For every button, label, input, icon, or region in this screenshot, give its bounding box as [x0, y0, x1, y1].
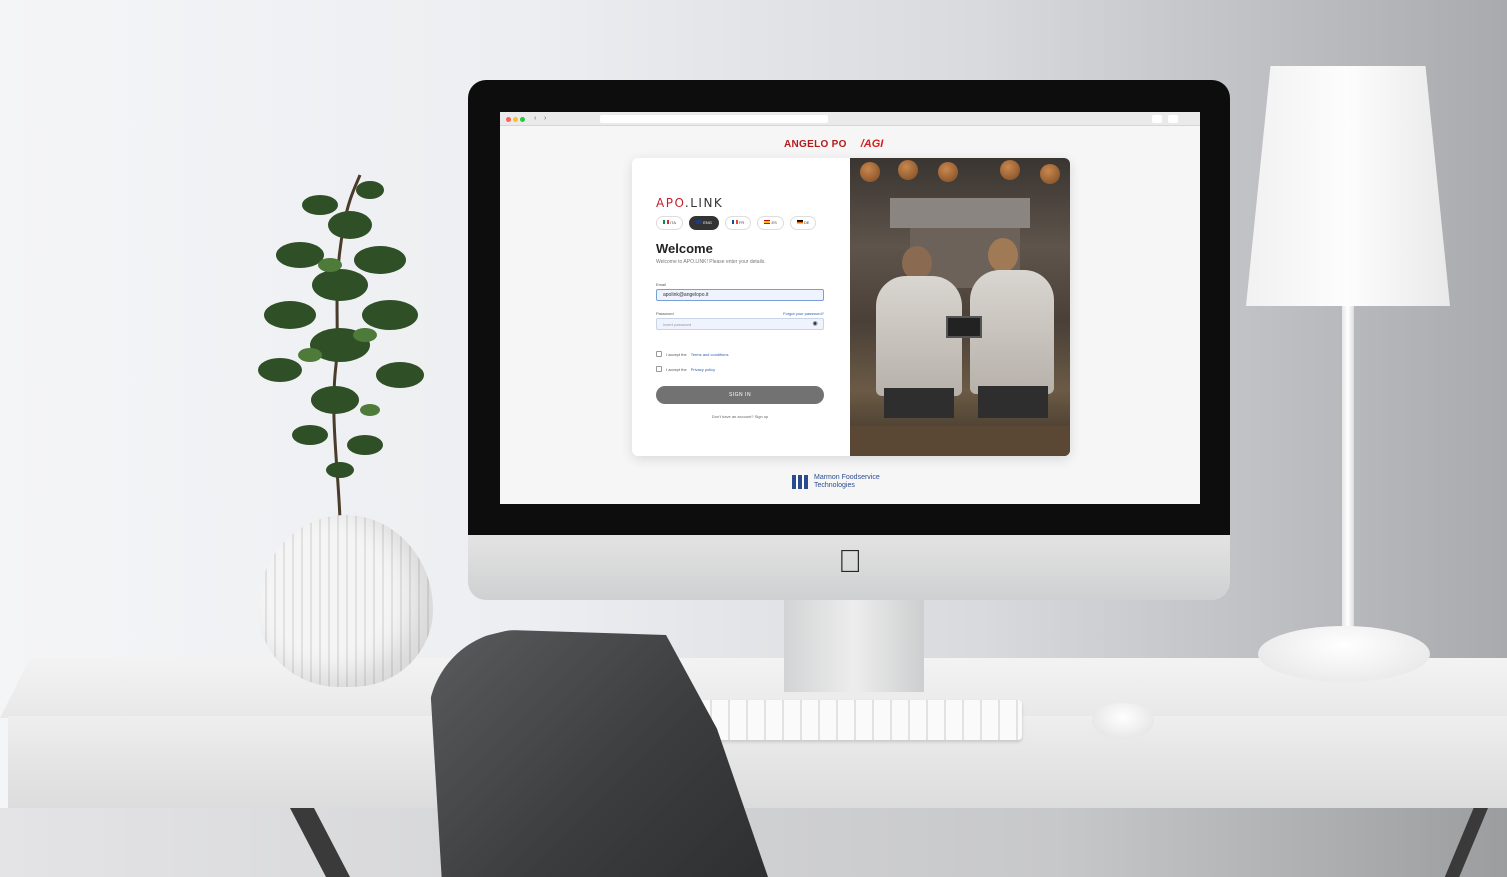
- france-flag-icon: [731, 220, 738, 224]
- show-password-icon[interactable]: ◉: [810, 320, 820, 328]
- spain-flag-icon: [764, 220, 771, 224]
- privacy-checkbox[interactable]: [656, 366, 662, 372]
- copper-pot: [898, 160, 918, 180]
- plant-foliage: [258, 174, 424, 521]
- lang-es[interactable]: ES: [757, 216, 784, 230]
- sign-in-button[interactable]: SIGN IN: [656, 386, 824, 404]
- mouse: [1092, 703, 1154, 739]
- apron: [884, 388, 954, 418]
- copper-pot: [860, 162, 880, 182]
- forgot-password-link[interactable]: Forgot your password?: [762, 311, 824, 316]
- brand-logos: ANGELO PO /AGI: [784, 136, 934, 152]
- kitchen-hood: [890, 198, 1030, 228]
- signup-link[interactable]: Don't have an account? Sign up: [656, 414, 824, 419]
- address-bar[interactable]: [600, 115, 828, 123]
- lamp-shade: [1246, 66, 1450, 306]
- footer-line-2: Technologies: [814, 482, 855, 489]
- login-form: APO.LINK ITA ENG FR ES DE Welcome Welcom…: [632, 158, 850, 456]
- sagi-logo: /AGI: [860, 138, 884, 150]
- privacy-row: I accept the Privacy policy: [656, 366, 715, 372]
- subtitle: Welcome to APO.LINK! Please enter your d…: [656, 259, 766, 265]
- password-field[interactable]: Insert password: [656, 318, 824, 330]
- marmon-grid-icon: [792, 475, 808, 489]
- chef-head: [988, 238, 1018, 272]
- privacy-label: I accept the: [666, 366, 687, 372]
- lang-fr[interactable]: FR: [724, 216, 752, 230]
- language-selector: ITA ENG FR ES DE: [656, 216, 817, 230]
- angelo-po-logo: ANGELO PO: [784, 138, 847, 150]
- lang-ita[interactable]: ITA: [656, 216, 684, 230]
- italy-flag-icon: [663, 220, 669, 224]
- password-label: Password: [656, 311, 674, 316]
- terms-checkbox[interactable]: [656, 351, 662, 357]
- minimize-window-icon[interactable]: [513, 117, 518, 122]
- germany-flag-icon: [796, 220, 803, 224]
- apron: [978, 386, 1048, 418]
- login-card: APO.LINK ITA ENG FR ES DE Welcome Welcom…: [632, 158, 1070, 456]
- laptop: [946, 316, 982, 338]
- apple-logo-icon: : [836, 543, 864, 579]
- privacy-link[interactable]: Privacy policy: [691, 367, 715, 372]
- share-icon[interactable]: [1152, 115, 1162, 123]
- lang-de[interactable]: DE: [789, 216, 817, 230]
- chef-right: [970, 270, 1054, 394]
- back-icon[interactable]: ‹: [534, 115, 542, 123]
- copper-pot: [1040, 164, 1060, 184]
- browser-toolbar: ‹ ›: [500, 112, 1200, 126]
- footer-line-1: Marmon Foodservice: [814, 474, 880, 481]
- screen: ‹ › ANGELO PO /AGI APO.LINK ITA ENG FR E…: [500, 112, 1200, 504]
- uk-flag-icon: [696, 220, 703, 224]
- terms-link[interactable]: Terms and conditions: [691, 352, 729, 357]
- imac-stand: [784, 600, 924, 692]
- chef-head: [902, 246, 932, 280]
- close-window-icon[interactable]: [506, 117, 511, 122]
- email-label: Email: [656, 282, 667, 287]
- terms-label: I accept the: [666, 351, 687, 357]
- stools: [850, 426, 1070, 456]
- lang-eng[interactable]: ENG: [689, 216, 719, 230]
- lamp-pole: [1342, 306, 1354, 636]
- copper-pot: [938, 162, 958, 182]
- apolink-logo: APO.LINK: [656, 196, 724, 210]
- page-title: Welcome: [656, 241, 713, 256]
- maximize-window-icon[interactable]: [520, 117, 525, 122]
- kitchen-photo: [850, 158, 1070, 456]
- tabs-icon[interactable]: [1168, 115, 1178, 123]
- marmon-footer-logo: Marmon Foodservice Technologies: [792, 474, 880, 490]
- lamp-base: [1258, 626, 1430, 682]
- terms-row: I accept the Terms and conditions: [656, 351, 728, 357]
- vase: [258, 515, 433, 687]
- email-field[interactable]: apolink@angelopo.it: [656, 289, 824, 301]
- keyboard: [676, 700, 1022, 740]
- copper-pot: [1000, 160, 1020, 180]
- forward-icon[interactable]: ›: [544, 115, 552, 123]
